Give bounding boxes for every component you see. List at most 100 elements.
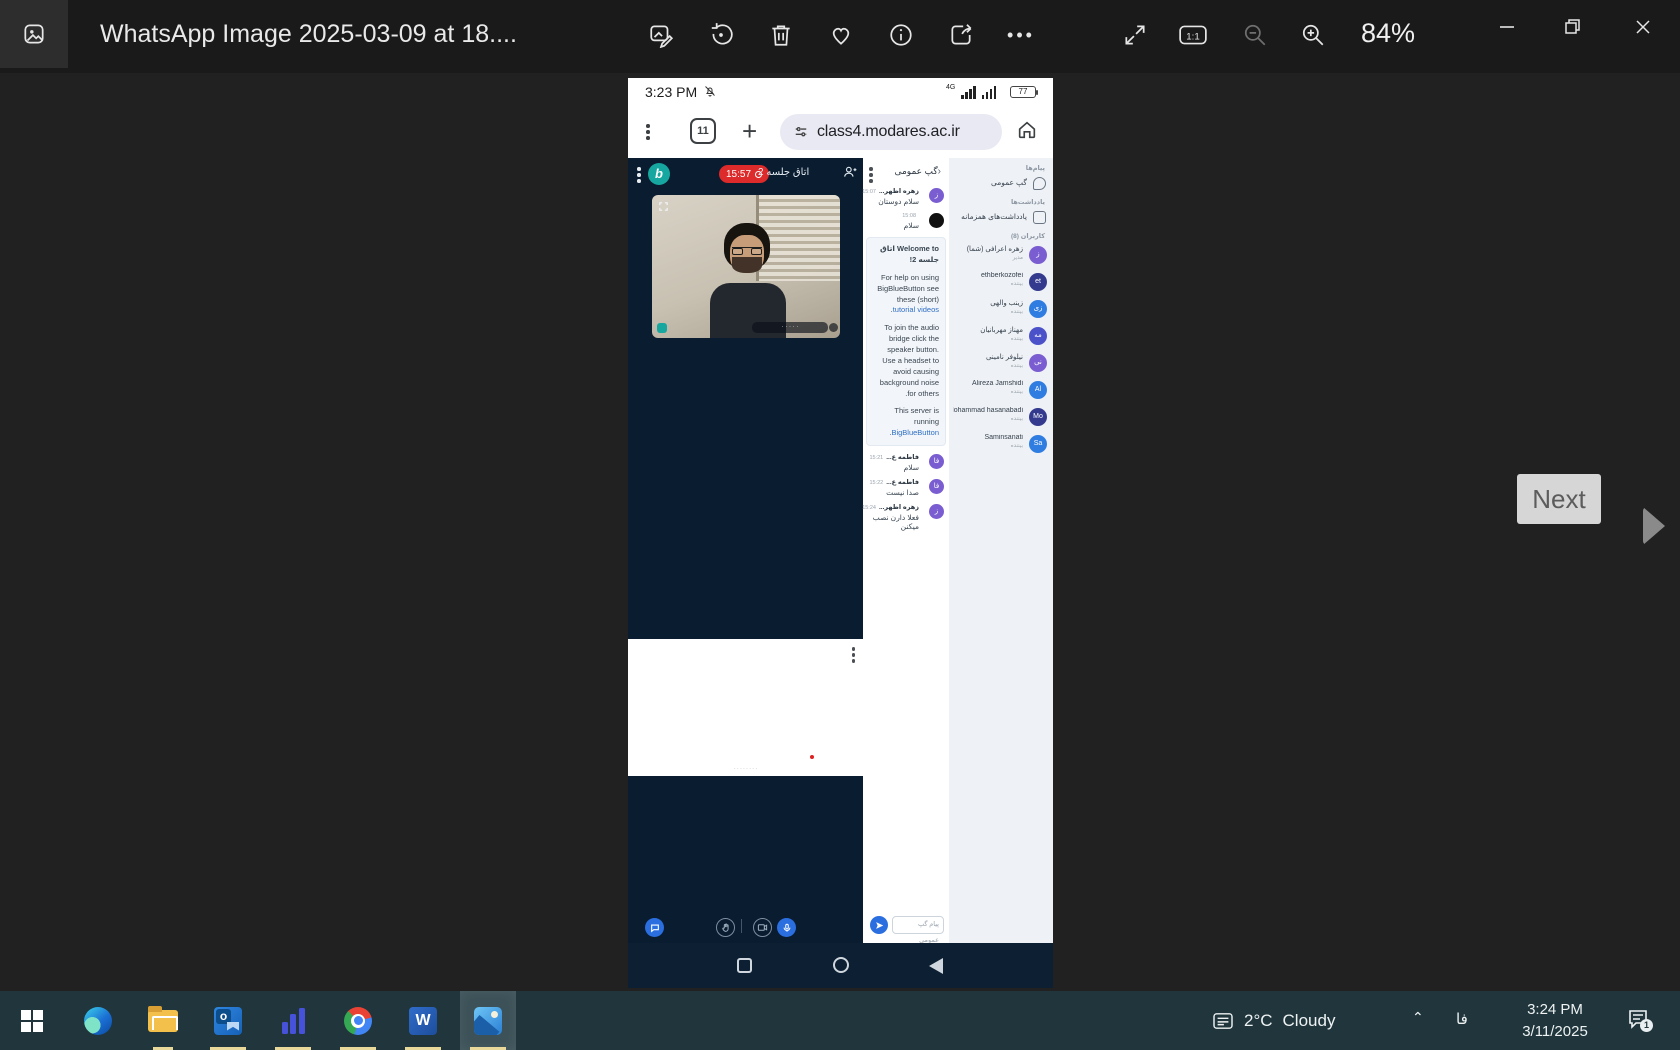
chat-message: ززهره اظهر...15:24فعلا دارن نصب میکنن: [863, 500, 949, 534]
user-name: Saminsanati: [953, 434, 1023, 441]
chat-bubble-icon: [650, 923, 660, 933]
word-icon: W: [409, 1007, 437, 1035]
user-name: Alireza Jamshidi: [953, 380, 1023, 387]
windows-logo-icon: [21, 1010, 43, 1032]
webcam-options-icon[interactable]: [829, 323, 838, 332]
participants-icon[interactable]: [843, 165, 857, 179]
taskbar-file-explorer[interactable]: [135, 991, 191, 1050]
user-role: بیننده: [953, 281, 1023, 287]
android-status-bar: 3:23 PM 4G 77: [628, 78, 1053, 105]
toggle-chat-button[interactable]: [645, 918, 664, 937]
edit-image-button[interactable]: [646, 20, 676, 50]
avatar: فا: [929, 479, 944, 494]
start-button[interactable]: [4, 991, 60, 1050]
message-time: 15:21: [869, 455, 883, 461]
back-button[interactable]: [929, 958, 943, 974]
next-arrow-button[interactable]: [1643, 507, 1665, 545]
webcam-grid-icon[interactable]: [658, 201, 669, 212]
user-row[interactable]: زیزینب والهیبیننده: [949, 296, 1053, 323]
zoom-in-button[interactable]: [1298, 20, 1328, 50]
rotate-button[interactable]: [706, 20, 736, 50]
bigbluebutton-link[interactable]: BigBlueButton: [891, 428, 939, 437]
avatar: ز: [1029, 246, 1047, 264]
slide-options-icon[interactable]: [852, 647, 856, 663]
avatar: ز: [929, 504, 944, 519]
new-tab-button[interactable]: +: [742, 116, 757, 147]
tab-switcher-button[interactable]: 11: [690, 118, 716, 144]
send-message-button[interactable]: [870, 916, 888, 934]
user-row[interactable]: AlAlireza Jamshidiبیننده: [949, 377, 1053, 404]
home-button[interactable]: [1016, 119, 1038, 141]
microphone-button[interactable]: [777, 918, 796, 937]
message-sender: زهره اظهر...15:24: [867, 503, 919, 511]
user-row[interactable]: MoMohammad hasanabadiبیننده: [949, 404, 1053, 431]
users-section-header: کاربران (8): [949, 226, 1053, 242]
message-time: 15:22: [869, 480, 883, 486]
minimize-button[interactable]: [1492, 12, 1522, 42]
chat-message-input[interactable]: پیام گپ عمومی: [892, 916, 944, 934]
photos-icon: [474, 1007, 502, 1035]
fullscreen-button[interactable]: [1120, 20, 1150, 50]
hidden-icons-chevron[interactable]: ⌃: [1412, 1009, 1424, 1026]
favorite-button[interactable]: [826, 20, 856, 50]
info-button[interactable]: [886, 20, 916, 50]
bbb-action-bar: [628, 916, 863, 942]
taskbar-outlook[interactable]: [200, 991, 256, 1050]
taskbar-photos-active[interactable]: [460, 991, 516, 1050]
user-name: مهناز مهربانیان: [953, 326, 1023, 334]
webcam-name-label: · · · · ·: [752, 322, 828, 333]
taskbar-word[interactable]: W: [395, 991, 451, 1050]
avatar: Al: [1029, 381, 1047, 399]
action-center-button[interactable]: 1: [1626, 1007, 1650, 1036]
taskbar-clock[interactable]: 3:24 PM 3/11/2025: [1500, 999, 1610, 1043]
message-time: 15:24: [862, 505, 876, 511]
signal-bars-sim2: [982, 86, 997, 99]
android-nav-bar: [628, 943, 1053, 988]
camera-button[interactable]: [753, 918, 772, 937]
chat-options-icon[interactable]: [869, 167, 873, 183]
tutorial-videos-link[interactable]: tutorial videos: [893, 305, 939, 314]
presentation-slide[interactable]: · · · · · · · ·: [628, 639, 863, 776]
chrome-menu-icon[interactable]: [646, 124, 650, 140]
bbb-options-icon[interactable]: [637, 167, 641, 183]
chevron-left-icon[interactable]: ‹: [938, 166, 941, 177]
input-language-indicator[interactable]: فا: [1456, 1010, 1468, 1028]
user-row[interactable]: etethberkozofeiبیننده: [949, 269, 1053, 296]
close-button[interactable]: [1628, 12, 1658, 42]
title-bar: WhatsApp Image 2025-03-09 at 18.... ••• …: [0, 0, 1680, 73]
more-options-button[interactable]: •••: [1006, 20, 1036, 50]
avatar: ز: [929, 188, 944, 203]
network-type-label: 4G: [946, 84, 955, 91]
actual-size-button[interactable]: 1:1: [1178, 20, 1208, 50]
messages-section-header: پیام‌ها: [949, 158, 1053, 174]
chat-message: ززهره اظهر...15:07سلام دوستان: [863, 184, 949, 209]
taskbar-edge[interactable]: [70, 991, 126, 1050]
recents-button[interactable]: [737, 958, 752, 973]
taskbar-power-bi[interactable]: [265, 991, 321, 1050]
address-bar[interactable]: class4.modares.ac.ir: [780, 114, 1002, 150]
avatar: Mo: [1029, 408, 1047, 426]
user-row[interactable]: مهمهناز مهربانیانبیننده: [949, 323, 1053, 350]
public-chat-item[interactable]: گپ عمومی: [949, 174, 1053, 192]
chrome-toolbar: 11 + class4.modares.ac.ir: [628, 105, 1053, 158]
weather-condition: Cloudy: [1283, 1011, 1336, 1031]
hand-icon: [721, 923, 731, 933]
window-title: WhatsApp Image 2025-03-09 at 18....: [100, 20, 517, 49]
shared-notes-item[interactable]: یادداشت‌های همزمانه: [949, 208, 1053, 226]
restore-button[interactable]: [1558, 12, 1588, 42]
raise-hand-button[interactable]: [716, 918, 735, 937]
chat-message-list[interactable]: ززهره اظهر...15:07سلام دوستان15:08سلام W…: [863, 184, 949, 884]
home-nav-button[interactable]: [833, 957, 849, 973]
share-button[interactable]: [946, 20, 976, 50]
zoom-out-button[interactable]: [1240, 20, 1270, 50]
user-row[interactable]: ززهره اعرافی (شما)مدیر: [949, 242, 1053, 269]
user-row[interactable]: SaSaminsanatiبیننده: [949, 431, 1053, 458]
taskbar-weather[interactable]: 2°C Cloudy: [1212, 991, 1335, 1050]
see-all-photos-button[interactable]: [0, 0, 68, 68]
file-explorer-icon: [148, 1010, 178, 1032]
delete-button[interactable]: [766, 20, 796, 50]
user-row[interactable]: نینیلوفر نامینیبیننده: [949, 350, 1053, 377]
webcam-video-tile[interactable]: · · · · ·: [652, 195, 840, 338]
welcome-audio-text: To join the audio bridge click the speak…: [873, 323, 939, 399]
taskbar-chrome[interactable]: [330, 991, 386, 1050]
